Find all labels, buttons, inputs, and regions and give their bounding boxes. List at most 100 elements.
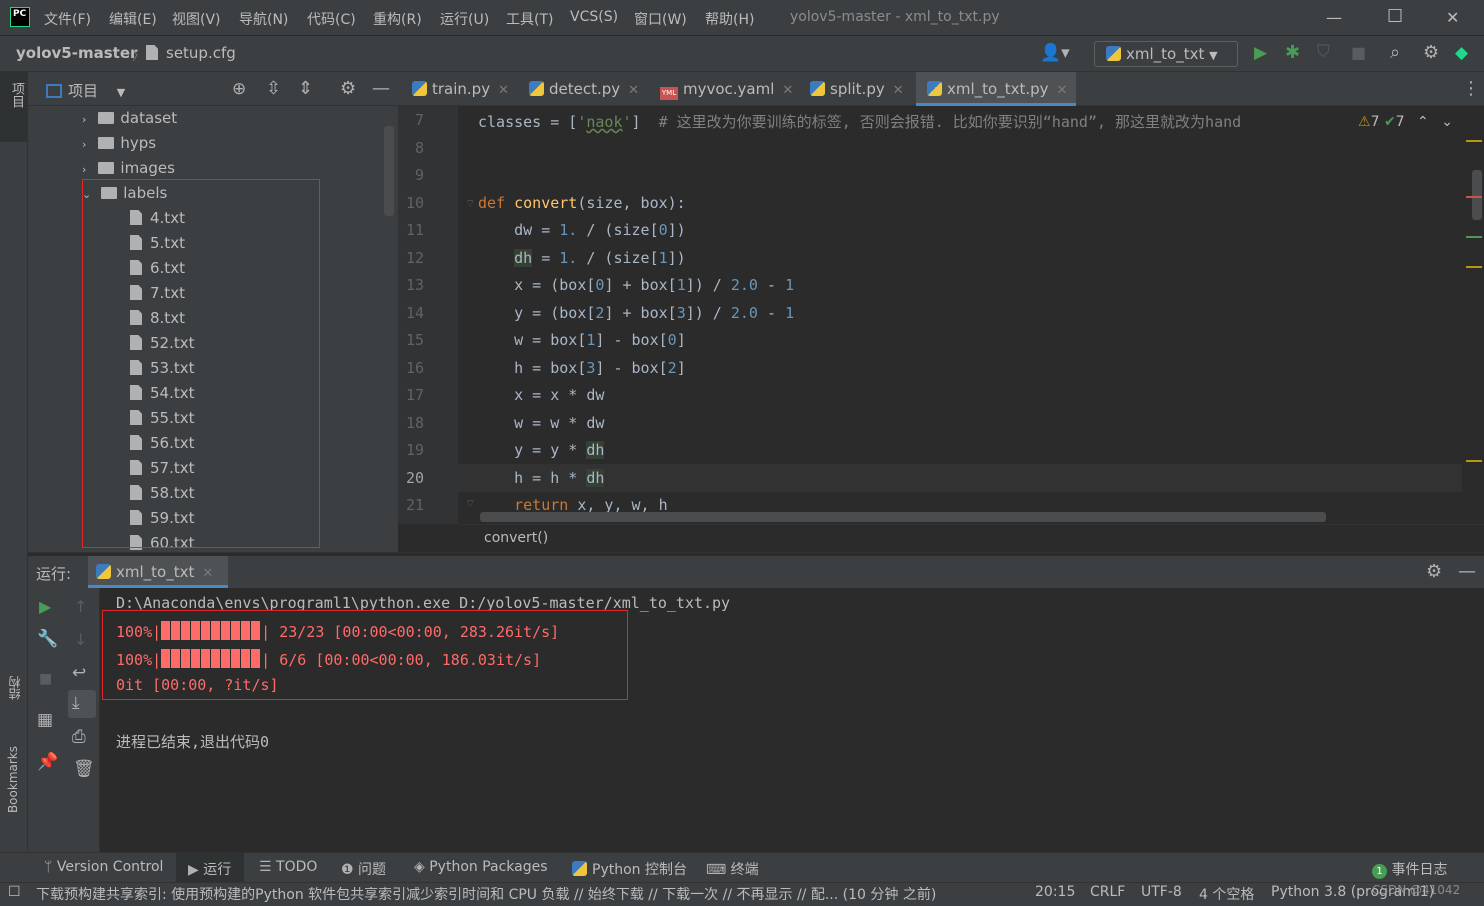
status-message[interactable]: 下载预构建共享索引: 使用预构建的Python 软件包共享索引减少索引时间和 C… (36, 884, 996, 904)
hide-run-panel-icon[interactable]: — (1458, 561, 1476, 582)
code-line-10[interactable]: def convert(size, box): (478, 194, 686, 212)
window-title: yolov5-master - xml_to_txt.py (790, 9, 1000, 25)
file-encoding[interactable]: UTF-8 (1141, 884, 1182, 900)
run-settings-icon[interactable]: ⚙ (1426, 561, 1442, 582)
soft-wrap-icon[interactable]: ↩ (72, 663, 86, 683)
search-icon[interactable]: ⌕ (1390, 42, 1400, 63)
maximize-icon[interactable]: ☐ (1387, 6, 1403, 27)
menu-refactor[interactable]: 重构(R) (373, 9, 422, 29)
stop-run-icon[interactable]: ■ (39, 671, 52, 687)
debug-icon[interactable]: ✱ (1285, 42, 1300, 63)
tab-todo[interactable]: ☰ TODO (259, 859, 317, 875)
code-line-13[interactable]: x = (box[0] + box[1]) / 2.0 - 1 (478, 276, 794, 294)
tab-split-py[interactable]: split.py ✕ (810, 72, 904, 106)
line-separator[interactable]: CRLF (1090, 884, 1125, 900)
line-number: 10 (405, 194, 424, 212)
tab-problems[interactable]: ❶ 问题 (341, 859, 386, 879)
warning-icon: ⚠ (1358, 114, 1371, 130)
prev-highlight-icon: ⌃ (1417, 114, 1429, 130)
tab-train-py[interactable]: train.py ✕ (412, 72, 509, 106)
menu-file[interactable]: 文件(F) (44, 9, 91, 29)
code-line-16[interactable]: h = box[3] - box[2] (478, 359, 686, 377)
pin-icon[interactable]: 📌 (37, 752, 58, 772)
project-view-selector[interactable]: 项目 ▼ (46, 80, 125, 101)
collapse-all-icon[interactable]: ⇕ (298, 78, 313, 99)
tree-folder-dataset[interactable]: › dataset (82, 109, 177, 127)
code-line-19[interactable]: y = y * dh (478, 441, 605, 459)
code-line-14[interactable]: y = (box[2] + box[3]) / 2.0 - 1 (478, 304, 794, 322)
menu-help[interactable]: 帮助(H) (705, 9, 754, 29)
file-icon (146, 45, 158, 60)
code-line-21[interactable]: return x, y, w, h (478, 496, 668, 512)
tab-detect-py[interactable]: detect.py ✕ (529, 72, 639, 106)
editor-horizontal-scrollbar[interactable] (480, 512, 1326, 522)
toggle-panels-icon[interactable]: ☐ (8, 884, 21, 900)
tree-folder-hyps[interactable]: › hyps (82, 134, 156, 152)
settings-gear-icon[interactable]: ⚙ (1423, 42, 1439, 63)
menu-run[interactable]: 运行(U) (440, 9, 489, 29)
scroll-down-icon[interactable]: ↓ (74, 630, 87, 649)
menu-window[interactable]: 窗口(W) (634, 9, 687, 29)
menu-code[interactable]: 代码(C) (307, 9, 356, 29)
fold-icon[interactable]: ⌔ (465, 497, 475, 511)
rerun-icon[interactable]: ▶ (39, 597, 51, 616)
tab-xml-to-txt-py[interactable]: xml_to_txt.py ✕ (916, 72, 1076, 106)
menu-vcs[interactable]: VCS(S) (570, 9, 618, 25)
expand-all-icon[interactable]: ⇳ (266, 78, 281, 99)
python-icon (1106, 46, 1121, 61)
minimize-icon[interactable]: — (1326, 8, 1342, 27)
menu-view[interactable]: 视图(V) (172, 9, 221, 29)
locate-icon[interactable]: ⊕ (232, 79, 246, 99)
event-log-badge: 1 (1372, 864, 1387, 879)
close-icon[interactable]: ✕ (1446, 8, 1459, 27)
inspection-widget[interactable]: ⚠7 ✔7 ⌃ ⌄ (1358, 114, 1453, 130)
breadcrumb-file[interactable]: setup.cfg (146, 44, 236, 62)
python-icon (96, 564, 111, 579)
user-icon[interactable]: 👤▾ (1040, 43, 1070, 63)
error-stripe-mark (1466, 140, 1482, 142)
editor-breadcrumb-function[interactable]: convert() (484, 530, 548, 546)
tab-python-packages[interactable]: ◈ Python Packages (414, 859, 548, 875)
indent-setting[interactable]: 4 个空格 (1199, 884, 1254, 904)
folder-icon (98, 137, 115, 149)
error-stripe-mark (1466, 196, 1482, 198)
line-number: 8 (414, 139, 424, 157)
tree-folder-images[interactable]: › images (82, 159, 175, 177)
tab-terminal[interactable]: ⌨ 终端 (706, 859, 759, 879)
code-line-18[interactable]: w = w * dw (478, 414, 604, 432)
code-line-12[interactable]: dh = 1. / (size[1]) (478, 249, 686, 267)
tab-myvoc-yaml[interactable]: YML myvoc.yaml ✕ (660, 72, 793, 106)
breadcrumb-project[interactable]: yolov5-master (16, 44, 137, 62)
menu-edit[interactable]: 编辑(E) (109, 9, 157, 29)
wrench-icon[interactable]: 🔧 (37, 629, 58, 649)
more-tabs-icon[interactable]: ⋮ (1462, 78, 1480, 99)
event-log[interactable]: 1 事件日志 (1372, 859, 1447, 879)
code-line-7[interactable]: classes = ['naok'] # 这里改为你要训练的标签, 否则会报错.… (478, 111, 1241, 132)
structure-tool-label[interactable]: 结构 (6, 676, 23, 700)
coverage-icon[interactable]: ⛉ (1317, 42, 1330, 62)
plugin-icon[interactable]: ◆ (1455, 43, 1468, 63)
print-icon[interactable]: ⎙ (72, 727, 86, 747)
hide-panel-icon[interactable]: — (372, 78, 390, 99)
menu-navigate[interactable]: 导航(N) (239, 9, 288, 29)
code-line-15[interactable]: w = box[1] - box[0] (478, 331, 686, 349)
python-file-icon (529, 81, 544, 96)
code-line-20[interactable]: h = h * dh (478, 469, 605, 487)
panel-settings-icon[interactable]: ⚙ (340, 78, 356, 99)
code-line-17[interactable]: x = x * dw (478, 386, 604, 404)
tab-python-console[interactable]: Python 控制台 (572, 859, 687, 879)
fold-icon[interactable]: ⌔ (465, 197, 475, 211)
trash-icon[interactable]: 🗑 (73, 759, 95, 779)
tab-version-control[interactable]: ᛘ Version Control (44, 859, 163, 875)
stop-icon[interactable]: ■ (1351, 43, 1366, 62)
bookmarks-tool-label[interactable]: Bookmarks (6, 746, 20, 813)
code-line-11[interactable]: dw = 1. / (size[0]) (478, 221, 686, 239)
caret-position[interactable]: 20:15 (1035, 884, 1075, 900)
editor-scrollbar[interactable] (1472, 170, 1482, 220)
project-scrollbar[interactable] (384, 126, 394, 216)
run-icon[interactable]: ▶ (1254, 43, 1267, 63)
menu-tools[interactable]: 工具(T) (506, 9, 553, 29)
scroll-up-icon[interactable]: ↑ (74, 597, 87, 616)
tab-run[interactable]: ▶ 运行 (188, 859, 231, 879)
layout-icon[interactable]: ▦ (37, 710, 53, 730)
